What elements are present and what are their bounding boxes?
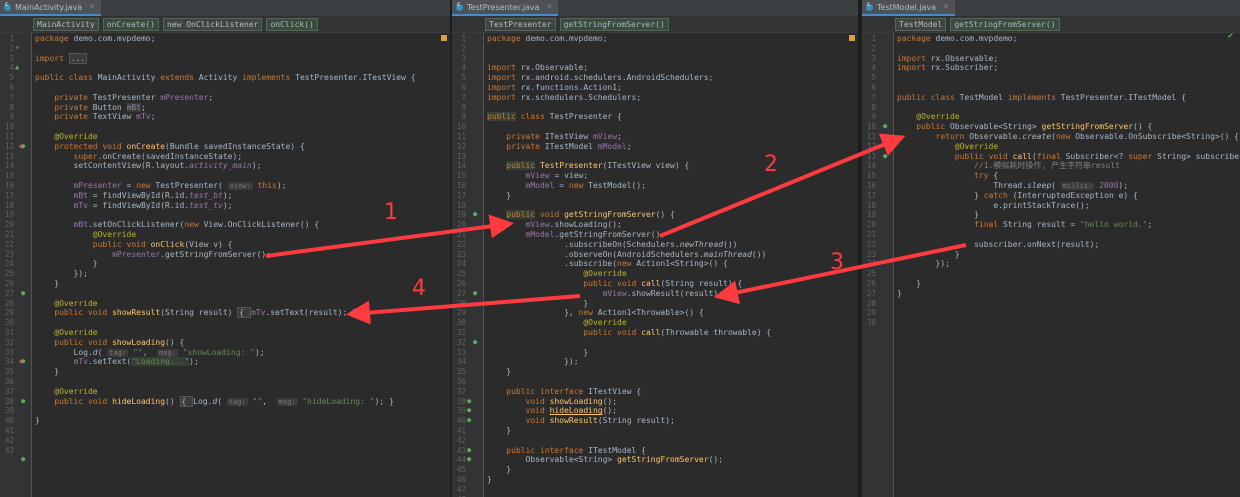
arrow-1	[265, 214, 514, 258]
annotation-number-1: 1	[384, 200, 398, 225]
arrow-4	[346, 294, 581, 325]
annotation-arrows	[265, 133, 967, 325]
annotation-number-3: 3	[830, 250, 844, 275]
annotation-number-2: 2	[764, 152, 778, 177]
arrow-2	[659, 133, 906, 238]
annotation-number-4: 4	[412, 276, 426, 301]
